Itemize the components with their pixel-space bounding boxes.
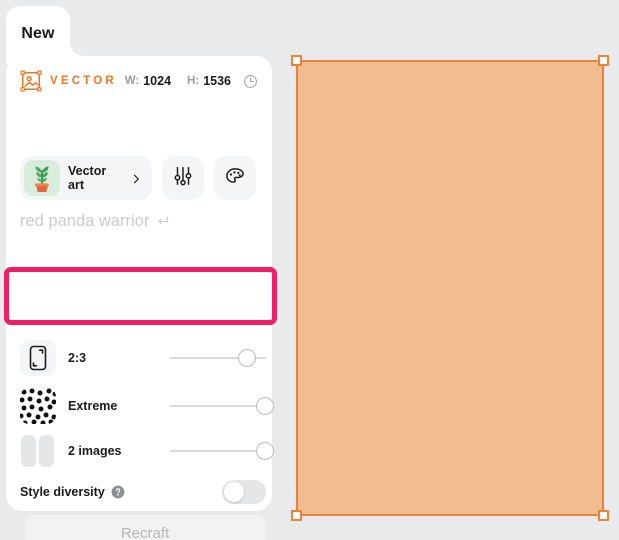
control-aspect-ratio[interactable]: 2:3 — [20, 338, 266, 378]
slider-track — [170, 405, 266, 407]
resize-handle-bottom-right[interactable] — [598, 510, 609, 521]
canvas-selection-rect[interactable] — [291, 55, 609, 521]
aspect-ratio-slider[interactable] — [170, 348, 266, 368]
style-diversity-label: Style diversity — [20, 485, 105, 499]
width-value: 1024 — [143, 74, 172, 88]
aspect-ratio-label: 2:3 — [68, 351, 87, 365]
palette-button[interactable] — [214, 156, 256, 200]
settings-button[interactable] — [162, 156, 204, 200]
recraft-button-label: Recraft — [120, 524, 170, 540]
image-selection-icon — [20, 70, 42, 92]
tab-new-label: New — [21, 25, 55, 42]
detail-level-slider[interactable] — [170, 396, 274, 416]
resize-handle-top-right[interactable] — [598, 55, 609, 66]
recraft-button[interactable]: Recraft — [25, 515, 265, 540]
sliders-icon — [172, 165, 194, 192]
slider-knob[interactable] — [256, 397, 274, 415]
style-name-label: Vector art — [68, 164, 107, 192]
slider-knob[interactable] — [256, 442, 274, 460]
app-root: New VECTOR W: 1024 H: 1536 Vector art re… — [0, 0, 619, 540]
clock-icon[interactable] — [243, 74, 258, 89]
slider-track — [170, 450, 266, 452]
question-mark-icon[interactable] — [111, 485, 125, 499]
width-key: W: — [124, 75, 140, 87]
tab-notch-curve — [70, 34, 92, 56]
control-image-count[interactable]: 2 images — [20, 431, 274, 471]
resize-handle-top-left[interactable] — [291, 55, 302, 66]
height-value: 1536 — [203, 74, 231, 88]
prompt-input[interactable]: red panda warrior — [20, 212, 260, 231]
two-panels-icon — [20, 433, 56, 469]
tool-row: Vector art — [20, 156, 256, 200]
portrait-frame-icon — [20, 340, 56, 376]
panel-header: VECTOR W: 1024 H: 1536 — [6, 64, 272, 98]
brand-label: VECTOR — [50, 75, 117, 87]
image-count-slider[interactable] — [170, 441, 274, 461]
style-diversity-toggle[interactable] — [222, 480, 266, 504]
potted-plant-thumbnail — [24, 160, 60, 196]
height-key: H: — [187, 75, 200, 87]
prompt-placeholder: red panda warrior — [20, 212, 150, 230]
chevron-right-icon — [130, 172, 142, 184]
style-diversity-row: Style diversity — [20, 479, 266, 505]
polka-dot-pattern-icon — [20, 388, 56, 424]
image-count-label: 2 images — [68, 444, 122, 458]
control-detail-level[interactable]: Extreme — [20, 386, 274, 426]
enter-arrow-icon — [155, 214, 170, 229]
style-selector-button[interactable]: Vector art — [20, 156, 152, 200]
toggle-knob — [224, 482, 244, 502]
slider-knob[interactable] — [238, 349, 256, 367]
generation-panel: VECTOR W: 1024 H: 1536 Vector art red pa… — [6, 56, 274, 540]
palette-icon — [224, 165, 246, 192]
resize-handle-bottom-left[interactable] — [291, 510, 302, 521]
detail-level-label: Extreme — [68, 399, 118, 413]
canvas-dimensions: W: 1024 H: 1536 — [125, 74, 258, 89]
